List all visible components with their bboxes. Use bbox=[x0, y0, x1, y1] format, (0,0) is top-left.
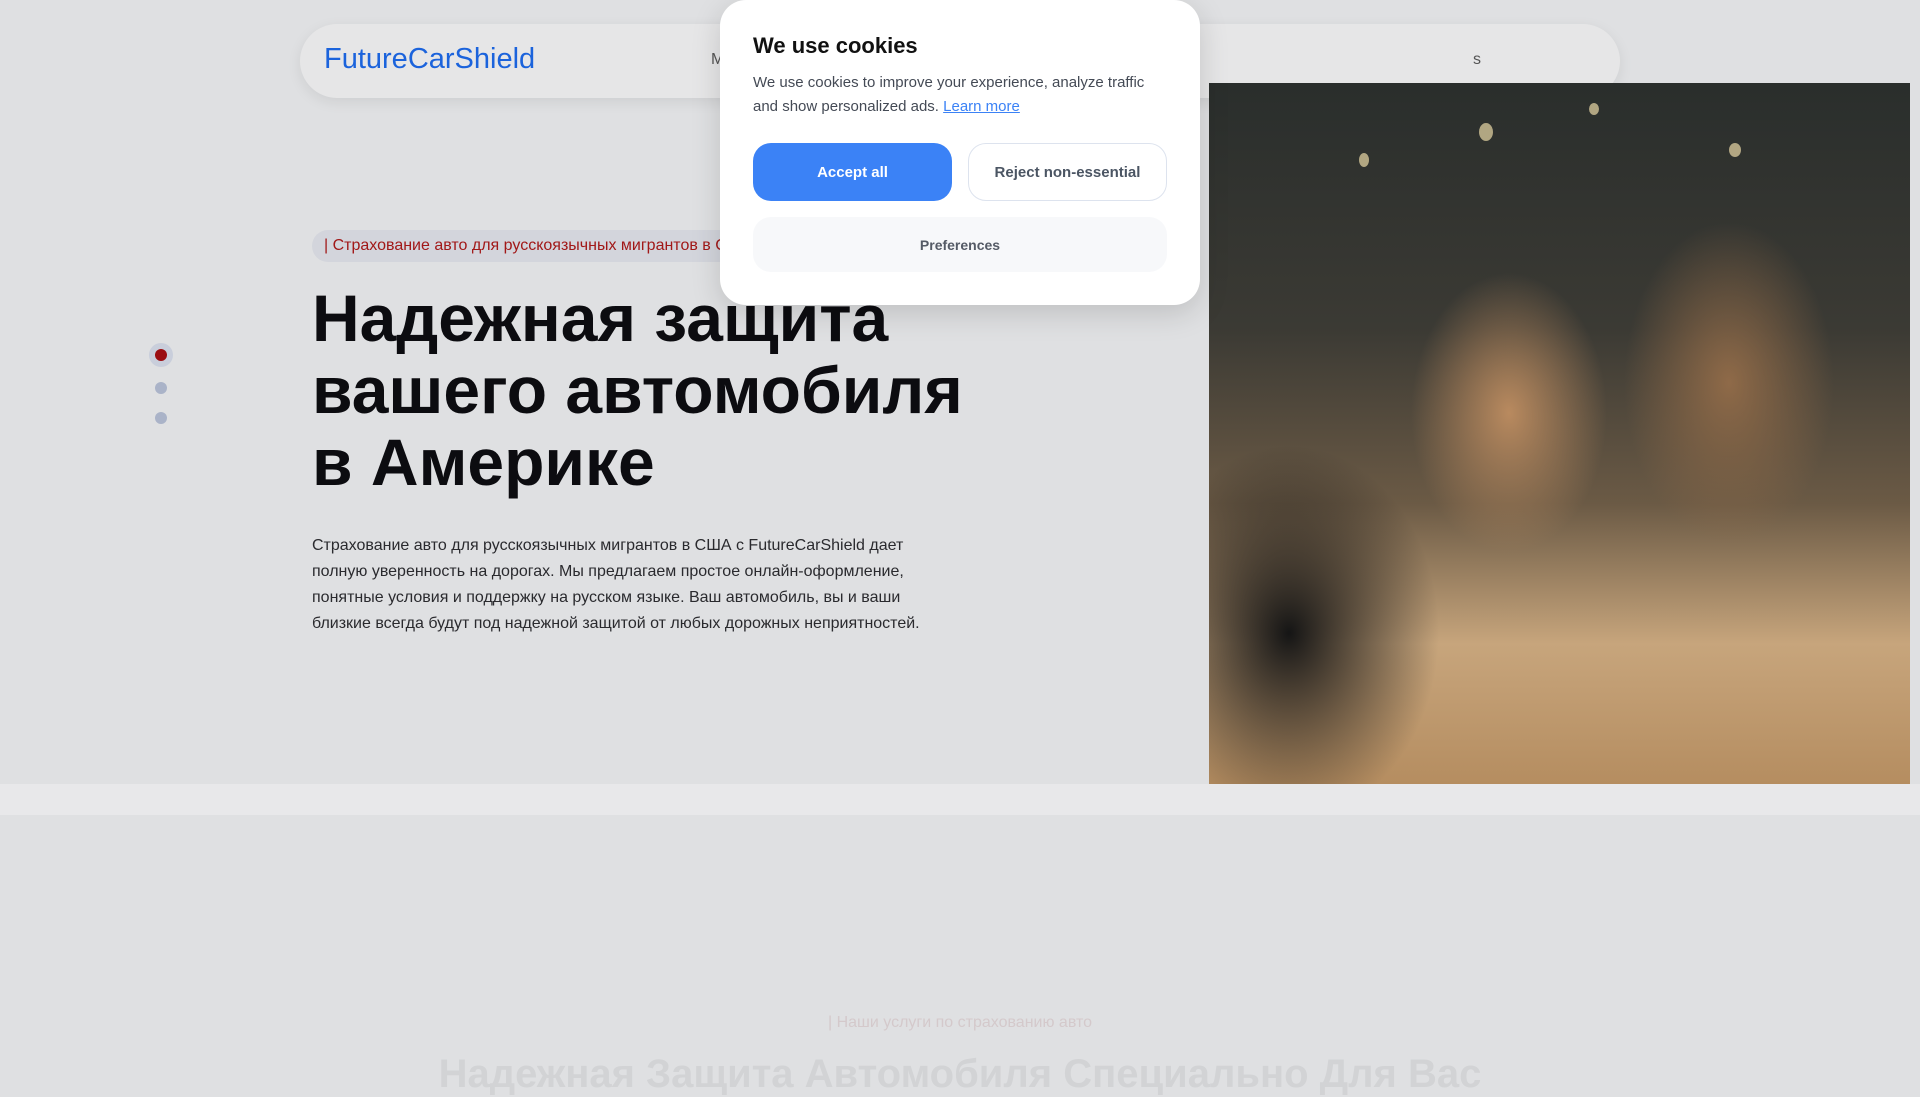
hero-title: Надежная защита вашего автомобиля в Амер… bbox=[312, 281, 963, 499]
hero-description: Страхование авто для русскоязычных мигра… bbox=[312, 537, 920, 632]
cookie-text: We use cookies to improve your experienc… bbox=[753, 71, 1173, 119]
hero-image bbox=[1209, 83, 1910, 784]
slide-dot-active[interactable] bbox=[149, 343, 173, 367]
services-title: Надежная Защита Автомобиля Специально Дл… bbox=[438, 1052, 1482, 1096]
preferences-button[interactable]: Preferences bbox=[753, 217, 1167, 272]
accept-all-button[interactable]: Accept all bbox=[753, 143, 952, 201]
learn-more-link[interactable]: Learn more bbox=[943, 98, 1020, 115]
section-divider bbox=[0, 784, 1920, 815]
slide-dot[interactable] bbox=[155, 382, 167, 394]
reject-non-essential-button[interactable]: Reject non-essential bbox=[968, 143, 1167, 201]
services-tag: | Наши услуги по страхованию авто bbox=[827, 1014, 1093, 1031]
logo[interactable]: FutureCarShield bbox=[324, 43, 535, 76]
nav-item[interactable]: s bbox=[1473, 51, 1481, 69]
slide-dot[interactable] bbox=[155, 412, 167, 424]
cookie-dialog: We use cookies We use cookies to improve… bbox=[720, 0, 1200, 305]
hero-tag: | Страхование авто для русскоязычных миг… bbox=[312, 230, 772, 262]
cookie-title: We use cookies bbox=[753, 33, 918, 58]
